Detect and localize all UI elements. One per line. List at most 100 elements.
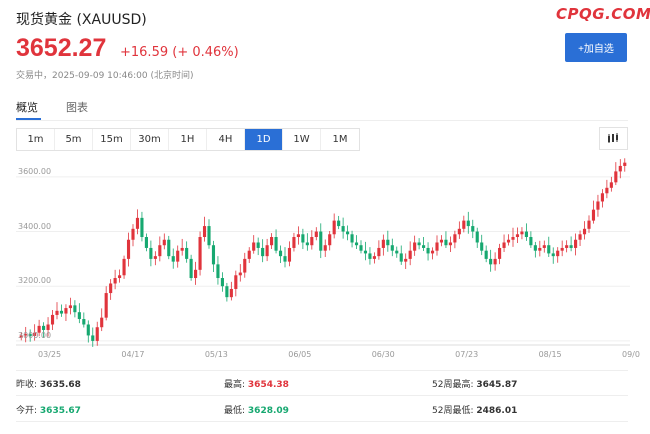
candle	[609, 182, 613, 188]
candle	[587, 220, 591, 229]
candle	[198, 237, 202, 270]
candle	[274, 237, 278, 251]
w52-low-label: 52周最低:	[432, 406, 474, 416]
candle	[533, 245, 537, 251]
w52-low-value: 2486.01	[476, 406, 518, 416]
candle	[314, 231, 318, 238]
candle	[287, 247, 292, 262]
x-tick-label: 03/25	[38, 350, 62, 359]
candle	[225, 286, 229, 298]
candle	[529, 237, 533, 246]
candle	[618, 165, 622, 172]
range-1w[interactable]: 1W	[283, 129, 321, 150]
candle	[55, 310, 59, 315]
candle	[381, 239, 385, 248]
candle	[453, 234, 457, 243]
candle	[377, 247, 381, 257]
candle	[426, 247, 430, 254]
candle	[605, 187, 609, 194]
tab-chart[interactable]: 图表	[66, 99, 88, 115]
range-15m[interactable]: 15m	[93, 129, 131, 150]
candle	[158, 245, 162, 257]
candle	[185, 247, 189, 259]
candle	[162, 239, 166, 246]
candle	[395, 250, 399, 254]
low-value: 3628.09	[247, 406, 289, 416]
candle	[95, 327, 99, 341]
w52-high: 52周最高: 3645.87	[432, 377, 517, 390]
candle	[283, 256, 287, 262]
candle	[86, 324, 90, 336]
candle	[310, 237, 314, 246]
candle	[596, 201, 600, 210]
candle	[189, 258, 193, 279]
prev-close-label: 昨收:	[16, 380, 38, 390]
candle	[59, 310, 64, 314]
range-30m[interactable]: 30m	[131, 129, 169, 150]
range-1h[interactable]: 1H	[169, 129, 207, 150]
candle	[489, 258, 493, 265]
candle	[238, 272, 242, 276]
candle	[569, 245, 573, 248]
candle	[337, 220, 341, 227]
candle	[100, 317, 104, 328]
day-high: 最高: 3654.38	[224, 377, 289, 390]
w52-high-value: 3645.87	[476, 380, 518, 390]
tab-overview[interactable]: 概览	[16, 99, 38, 115]
candle	[511, 237, 515, 240]
y-tick-label: 3600.00	[18, 166, 52, 176]
price-chart[interactable]	[16, 155, 630, 365]
current-price: 3652.27	[16, 34, 107, 62]
range-5m[interactable]: 5m	[55, 129, 93, 150]
candle	[520, 231, 524, 235]
candle	[578, 234, 582, 240]
candle	[506, 239, 511, 243]
candle	[301, 234, 305, 243]
candle	[399, 253, 403, 262]
candle	[42, 325, 46, 330]
candle	[493, 258, 497, 265]
chart-type-button[interactable]	[599, 127, 628, 150]
candle	[574, 239, 578, 248]
candlestick-icon	[608, 133, 618, 143]
candle	[359, 245, 363, 251]
range-4h[interactable]: 4H	[207, 129, 245, 150]
w52-high-label: 52周最高:	[432, 380, 474, 390]
candle	[448, 242, 452, 246]
range-1m[interactable]: 1m	[17, 129, 55, 150]
candle	[502, 242, 506, 248]
candle	[109, 283, 113, 294]
stats-divider	[16, 370, 628, 371]
range-1mo[interactable]: 1M	[321, 129, 359, 150]
x-tick-label: 04/17	[121, 350, 145, 359]
candle	[435, 242, 439, 251]
candle	[140, 217, 144, 238]
candle	[68, 305, 72, 309]
candle	[466, 220, 470, 227]
candle	[202, 226, 207, 238]
candle	[475, 231, 479, 243]
candle	[462, 220, 466, 229]
candle	[149, 247, 153, 259]
candle	[372, 256, 376, 259]
open-label: 今开:	[16, 406, 38, 416]
candle	[207, 226, 211, 246]
candle	[113, 278, 117, 284]
candle	[292, 237, 296, 248]
candle	[524, 231, 528, 238]
add-watchlist-button[interactable]: +加自选	[565, 33, 627, 62]
candle	[216, 264, 220, 279]
range-1d[interactable]: 1D	[245, 129, 283, 150]
high-label: 最高:	[224, 380, 246, 390]
candle	[368, 253, 372, 259]
candle	[220, 278, 224, 287]
x-tick-label: 06/30	[371, 350, 395, 359]
candle	[332, 220, 336, 235]
candle	[547, 245, 551, 254]
candle	[82, 319, 86, 325]
w52-low: 52周最低: 2486.01	[432, 403, 517, 416]
candle	[551, 253, 555, 257]
prev-close-value: 3635.68	[39, 380, 81, 390]
candle	[319, 231, 323, 251]
low-label: 最低:	[224, 406, 246, 416]
